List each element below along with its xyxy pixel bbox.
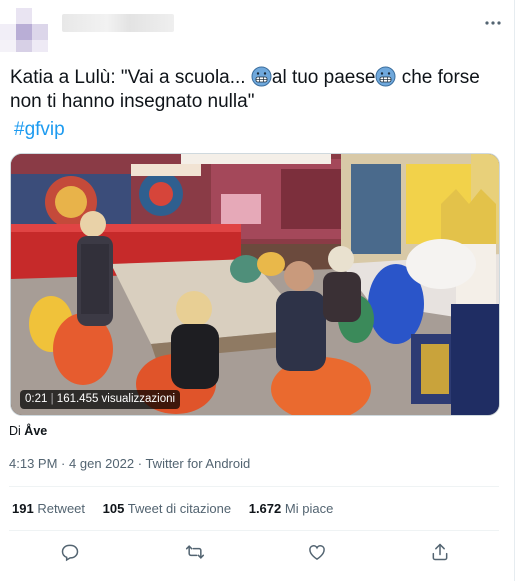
more-horizontal-icon[interactable] xyxy=(484,14,502,32)
tweet-date[interactable]: 4 gen 2022 xyxy=(69,456,134,471)
views-separator: | xyxy=(50,393,54,405)
avatar[interactable] xyxy=(0,8,48,52)
video-attribution: Di Åve xyxy=(9,424,47,438)
tweet-actions xyxy=(0,538,515,568)
tweet-meta: 4:13 PM · 4 gen 2022 · Twitter for Andro… xyxy=(9,456,250,471)
grimacing-face-icon xyxy=(251,66,272,87)
author-name-blurred[interactable] xyxy=(62,14,174,32)
tweet-text-part2: al tuo paese xyxy=(271,67,376,88)
video-view-count: 0:21 | 161.455 visualizzazioni xyxy=(20,390,181,409)
retweets-count: 191 xyxy=(12,501,34,516)
divider xyxy=(9,530,499,531)
meta-dot: · xyxy=(61,456,66,471)
tweet-card: Katia a Lulù: "Vai a scuola... al tuo pa… xyxy=(0,0,515,581)
attribution-prefix: Di xyxy=(9,424,21,438)
tweet-text-part1: Katia a Lulù: "Vai a scuola... xyxy=(10,67,246,88)
heart-icon[interactable] xyxy=(305,540,329,564)
views-label: 161.455 visualizzazioni xyxy=(56,393,176,405)
retweet-icon[interactable] xyxy=(183,540,207,564)
retweets-stat[interactable]: 191 Retweet xyxy=(12,501,85,516)
hashtag-link[interactable]: #gfvip xyxy=(14,119,65,141)
divider xyxy=(9,486,499,487)
video-player[interactable] xyxy=(10,153,500,416)
attribution-user-link[interactable]: Åve xyxy=(24,424,47,438)
likes-count: 1.672 xyxy=(248,501,282,516)
likes-label: Mi piace xyxy=(284,501,334,516)
video-thumbnail xyxy=(11,154,499,415)
tweet-text: Katia a Lulù: "Vai a scuola... al tuo pa… xyxy=(10,66,505,114)
retweets-label: Retweet xyxy=(37,501,86,516)
share-icon[interactable] xyxy=(428,540,452,564)
quotes-label: Tweet di citazione xyxy=(127,501,232,516)
tweet-stats: 191 Retweet 105 Tweet di citazione 1.672… xyxy=(12,501,347,516)
likes-stat[interactable]: 1.672 Mi piace xyxy=(249,501,334,516)
grimacing-face-icon xyxy=(375,66,396,87)
tweet-source[interactable]: Twitter for Android xyxy=(145,456,250,471)
meta-dot: · xyxy=(137,456,143,471)
tweet-time[interactable]: 4:13 PM xyxy=(9,456,57,471)
quotes-stat[interactable]: 105 Tweet di citazione xyxy=(103,501,231,516)
quotes-count: 105 xyxy=(102,501,125,516)
video-duration: 0:21 xyxy=(25,393,48,405)
reply-icon[interactable] xyxy=(58,540,82,564)
